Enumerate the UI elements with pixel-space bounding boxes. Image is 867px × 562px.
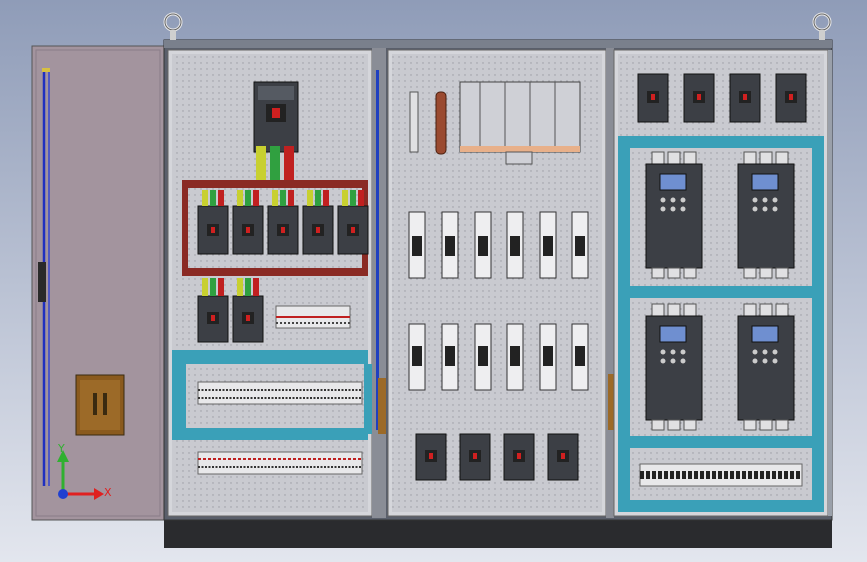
cable-tray	[618, 136, 630, 512]
branch-breaker[interactable]	[197, 190, 229, 255]
branch-breaker[interactable]	[232, 190, 264, 255]
cable-tray	[630, 286, 812, 298]
inverter[interactable]	[645, 303, 703, 431]
branch-breaker[interactable]	[337, 190, 369, 255]
breaker[interactable]	[729, 73, 761, 123]
breaker[interactable]	[459, 433, 491, 481]
inverter-screen	[659, 325, 687, 343]
cabinet-door[interactable]	[31, 45, 165, 521]
terminal-rail-upper	[197, 381, 363, 405]
inverter-screen	[751, 173, 779, 191]
cabinet-base	[164, 518, 832, 548]
terminal-block-small	[275, 305, 351, 329]
fuse-holder[interactable]	[408, 211, 426, 279]
terminal-strip-vertical	[409, 91, 419, 153]
inverter[interactable]	[737, 303, 795, 431]
breaker[interactable]	[415, 433, 447, 481]
fuse-holder[interactable]	[571, 323, 589, 391]
cable-tray	[812, 136, 824, 512]
inverter-screen	[659, 173, 687, 191]
bay-handle-icon[interactable]	[608, 374, 614, 430]
branch-breaker[interactable]	[302, 190, 334, 255]
fuse-holder[interactable]	[441, 211, 459, 279]
breaker[interactable]	[637, 73, 669, 123]
fuse-holder[interactable]	[571, 211, 589, 279]
left-bay	[167, 49, 373, 517]
axis-x-label: X	[104, 486, 112, 499]
main-breaker[interactable]	[253, 81, 299, 180]
cable-tray	[172, 350, 368, 364]
terminal-rail-lower	[197, 451, 363, 475]
cable-tray	[172, 364, 186, 434]
fuse-holder[interactable]	[539, 211, 557, 279]
fuse-holder[interactable]	[408, 323, 426, 391]
terminal-rail-right	[639, 463, 803, 487]
branch-breaker[interactable]	[232, 278, 264, 343]
fuse-holder[interactable]	[474, 211, 492, 279]
fuse-holder[interactable]	[506, 211, 524, 279]
fuse-holder[interactable]	[539, 323, 557, 391]
cable-tray	[630, 436, 812, 448]
center-bay	[387, 49, 607, 517]
inverter[interactable]	[645, 151, 703, 279]
cad-viewport	[0, 0, 867, 562]
busbar-rack	[459, 81, 581, 165]
branch-breakers-row1	[197, 190, 369, 255]
cabinet-drawing	[0, 0, 867, 562]
fuse-holder[interactable]	[474, 323, 492, 391]
inverter[interactable]	[737, 151, 795, 279]
bay-handle-icon[interactable]	[378, 378, 386, 434]
axis-y-label: Y	[58, 442, 65, 455]
branch-breaker[interactable]	[197, 278, 229, 343]
branch-breaker[interactable]	[267, 190, 299, 255]
breaker[interactable]	[683, 73, 715, 123]
breaker[interactable]	[547, 433, 579, 481]
ground-bar	[435, 91, 447, 155]
door-pocket	[75, 374, 125, 436]
fuse-holder[interactable]	[506, 323, 524, 391]
fuse-holder[interactable]	[441, 323, 459, 391]
door-handle-latch[interactable]	[38, 262, 46, 302]
breaker[interactable]	[775, 73, 807, 123]
right-bay	[613, 49, 829, 517]
inverter-screen	[751, 325, 779, 343]
breaker[interactable]	[503, 433, 535, 481]
cable-tray	[618, 136, 824, 148]
cable-tray	[172, 428, 368, 440]
